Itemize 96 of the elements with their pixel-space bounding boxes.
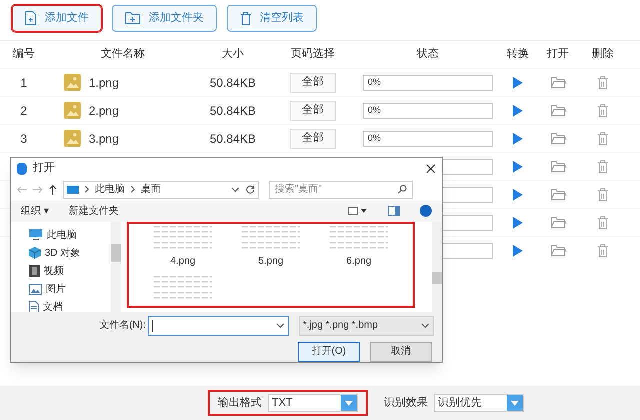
play-icon[interactable] <box>513 244 523 256</box>
trash-icon <box>240 12 252 26</box>
folder-icon[interactable] <box>550 216 566 228</box>
search-icon <box>398 185 407 194</box>
table-cell-text: 3 <box>20 130 28 148</box>
computer-icon <box>29 229 43 242</box>
progress-label: 0% <box>367 104 382 117</box>
search-field[interactable]: 搜索"桌面" <box>269 180 413 199</box>
image-file-icon <box>64 74 81 91</box>
computer-icon <box>67 186 79 194</box>
dialog-title: 打开 <box>33 161 56 176</box>
cube-icon <box>29 247 41 260</box>
toolbar-button[interactable]: 添加文件 <box>12 5 102 32</box>
table-cell-text: 50.84KB <box>208 130 258 148</box>
page-select-button[interactable]: 全部 <box>290 100 336 120</box>
column-header: 打开 <box>546 47 570 62</box>
toolbar-button[interactable]: 清空列表 <box>227 5 317 32</box>
column-header: 大小 <box>221 47 245 62</box>
trash-icon[interactable] <box>597 132 609 146</box>
play-icon[interactable] <box>513 160 523 172</box>
image-file-icon <box>64 130 81 147</box>
filename-input[interactable] <box>148 316 289 336</box>
trash-icon[interactable] <box>597 188 609 202</box>
trash-icon[interactable] <box>597 216 609 230</box>
folder-icon[interactable] <box>550 188 566 200</box>
breadcrumb-item[interactable]: 桌面 <box>141 182 161 198</box>
table-cell-text: 2 <box>20 102 28 120</box>
nav-item[interactable]: 3D 对象 <box>29 246 111 261</box>
folder-icon[interactable] <box>550 244 566 256</box>
breadcrumb-item[interactable]: 此电脑 <box>95 182 125 198</box>
up-arrow-icon[interactable] <box>49 184 57 195</box>
column-header: 编号 <box>12 47 36 62</box>
file-name: 3.png <box>89 130 120 148</box>
trash-icon[interactable] <box>597 244 609 258</box>
file-name[interactable]: 5.png <box>258 254 284 269</box>
trash-icon[interactable] <box>597 160 609 174</box>
command-button[interactable]: 新建文件夹 <box>68 204 119 219</box>
column-header: 页码选择 <box>290 47 336 62</box>
column-header: 状态 <box>416 46 440 62</box>
file-name: 2.png <box>89 102 120 120</box>
progress-label: 0% <box>367 132 382 145</box>
add-folder-icon <box>125 12 141 25</box>
table-cell-text: 1 <box>20 74 28 92</box>
dropdown-chevron-icon <box>276 322 285 329</box>
dialog-button[interactable]: 打开(O) <box>298 342 360 362</box>
file-name[interactable]: 4.png <box>170 254 196 269</box>
close-icon[interactable] <box>426 164 436 174</box>
text-cursor <box>152 320 154 332</box>
table-cell-text: 50.84KB <box>208 102 258 120</box>
forward-arrow-icon[interactable] <box>33 186 43 194</box>
trash-icon[interactable] <box>597 76 609 90</box>
scrollbar[interactable] <box>111 222 121 312</box>
dialog-button[interactable]: 取消 <box>370 342 432 362</box>
table-cell-text: 50.84KB <box>208 74 258 92</box>
refresh-icon[interactable] <box>246 185 255 194</box>
field-label: 识别效果 <box>384 396 428 411</box>
column-header: 转换 <box>506 47 530 62</box>
nav-item[interactable]: 视频 <box>29 264 111 279</box>
play-icon[interactable] <box>513 104 523 116</box>
view-options-icon[interactable] <box>348 207 368 216</box>
picture-icon <box>29 284 42 295</box>
nav-item[interactable]: 此电脑 <box>29 228 111 243</box>
file-type-select[interactable]: *.jpg *.png *.bmp <box>298 316 434 336</box>
trash-icon[interactable] <box>597 104 609 118</box>
film-icon <box>29 265 40 278</box>
progress-label: 0% <box>367 76 382 89</box>
play-icon[interactable] <box>513 216 523 228</box>
play-icon[interactable] <box>513 188 523 200</box>
back-arrow-icon[interactable] <box>17 186 27 194</box>
select-field[interactable]: TXT <box>268 394 358 412</box>
command-button[interactable]: 组织 ▾ <box>21 204 49 219</box>
image-file-icon <box>64 102 81 119</box>
preview-pane-icon[interactable] <box>388 206 400 216</box>
play-icon[interactable] <box>513 76 523 88</box>
filename-label: 文件名(N): <box>98 318 146 334</box>
dropdown-chevron-icon <box>231 186 240 193</box>
play-icon[interactable] <box>513 132 523 144</box>
dropdown-chevron-icon <box>421 322 430 329</box>
page-select-button[interactable]: 全部 <box>290 128 336 148</box>
nav-item[interactable]: 图片 <box>29 282 111 297</box>
page-select-button[interactable]: 全部 <box>290 72 336 92</box>
select-field[interactable]: 识别优先 <box>434 394 524 412</box>
add-file-icon <box>25 11 37 26</box>
address-bar[interactable]: 此电脑 桌面 <box>63 180 259 199</box>
column-header: 文件名称 <box>100 46 146 62</box>
file-name: 1.png <box>89 74 120 92</box>
document-icon <box>29 301 39 314</box>
scrollbar[interactable] <box>432 222 442 312</box>
file-name[interactable]: 6.png <box>346 254 372 269</box>
folder-icon[interactable] <box>550 104 566 116</box>
folder-icon[interactable] <box>550 76 566 88</box>
field-label: 输出格式 <box>218 396 262 411</box>
column-header: 删除 <box>591 47 615 62</box>
folder-icon[interactable] <box>550 160 566 172</box>
folder-icon[interactable] <box>550 132 566 144</box>
toolbar-button[interactable]: 添加文件夹 <box>112 5 217 32</box>
